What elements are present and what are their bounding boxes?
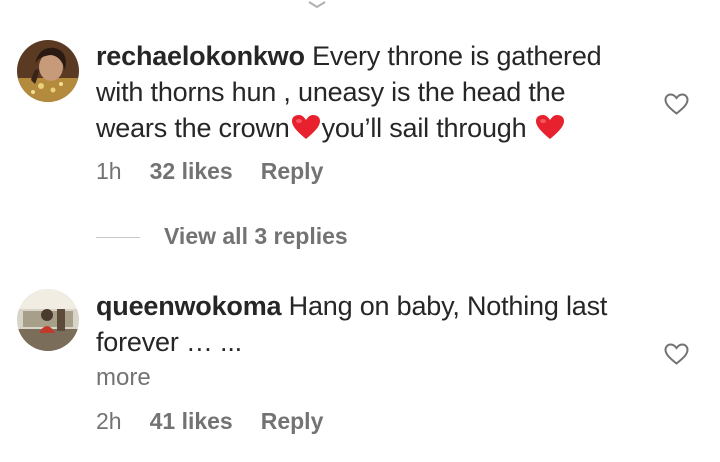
- comment-text: wears the crown: [96, 113, 290, 143]
- comment-text: forever … ...: [96, 327, 242, 357]
- red-heart-emoji-icon: [535, 114, 565, 140]
- comment-text: with thorns hun , uneasy is the head the: [96, 77, 566, 107]
- comment-username[interactable]: queenwokoma: [96, 291, 282, 321]
- comment-likes[interactable]: 32 likes: [150, 158, 233, 184]
- comment-time: 1h: [96, 158, 122, 184]
- replies-divider-line: [96, 237, 140, 238]
- avatar[interactable]: [17, 289, 79, 351]
- comment-likes[interactable]: 41 likes: [150, 408, 233, 434]
- like-heart-icon[interactable]: [664, 93, 689, 115]
- reply-button[interactable]: Reply: [261, 158, 324, 184]
- comment-username[interactable]: rechaelokonkwo: [96, 41, 305, 71]
- view-replies-label[interactable]: View all 3 replies: [164, 223, 348, 250]
- comment-meta: 2h 41 likes Reply: [96, 408, 351, 435]
- comment-meta: 1h 32 likes Reply: [96, 158, 351, 185]
- comment-text: Every throne is gathered: [312, 41, 602, 71]
- red-heart-emoji-icon: [291, 114, 321, 140]
- comment-body: queenwokoma Hang on baby, Nothing last f…: [96, 288, 636, 360]
- like-heart-icon[interactable]: [664, 343, 689, 365]
- collapse-chevron-icon: [308, 0, 326, 9]
- comment-text: you’ll sail through: [321, 113, 527, 143]
- comment-text: Hang on baby, Nothing last: [288, 291, 608, 321]
- avatar[interactable]: [17, 40, 79, 102]
- comment-time: 2h: [96, 408, 122, 434]
- reply-button[interactable]: Reply: [261, 408, 324, 434]
- more-link[interactable]: more: [96, 364, 151, 392]
- comment-body: rechaelokonkwo Every throne is gathered …: [96, 38, 636, 146]
